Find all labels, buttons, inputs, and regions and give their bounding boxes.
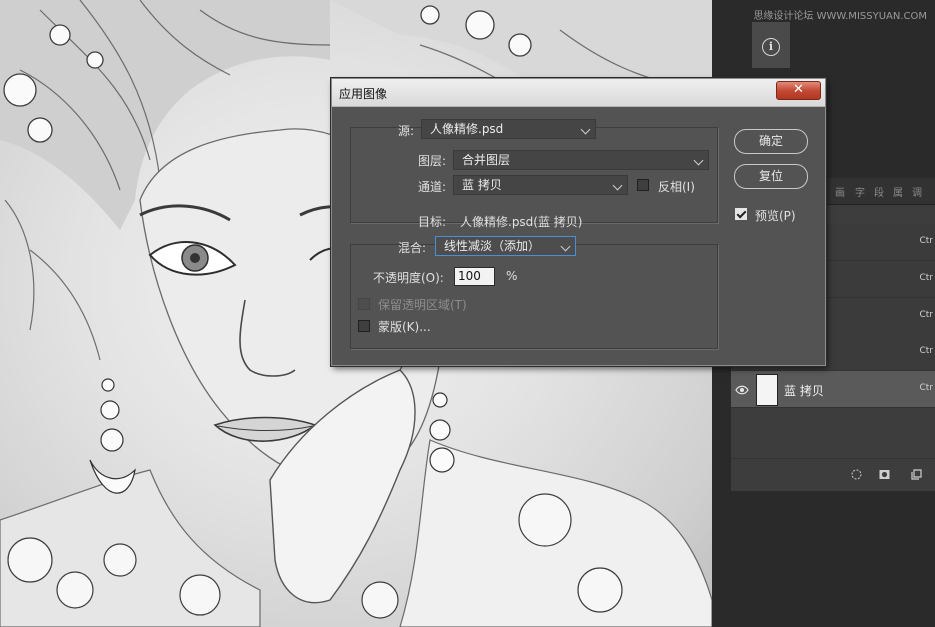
chevron-down-icon [693,155,704,166]
invert-label: 反相(I) [658,180,695,194]
layer-select[interactable]: 合并图层 [453,150,709,170]
close-icon: ✕ [793,82,804,97]
opacity-input[interactable]: 100 [454,267,495,286]
target-value: 人像精修.psd(蓝 拷贝) [460,215,583,229]
watermark-text: 思缘设计论坛 WWW.MISSYUAN.COM [753,11,927,22]
layer-row-active[interactable]: 蓝 拷贝 Ctr [731,371,935,408]
layer-label: 图层: [418,154,447,168]
source-select[interactable]: 人像精修.psd [421,119,596,139]
selection-icon[interactable] [851,469,862,480]
channel-value: 蓝 拷贝 [462,178,502,192]
opacity-unit: % [506,269,518,283]
blend-label: 混合: [398,241,427,255]
mask-icon[interactable] [879,469,890,480]
ok-button[interactable]: 确定 [734,129,808,154]
mask-label: 蒙版(K)... [378,320,431,334]
layer-thumbnail [756,374,778,406]
chevron-down-icon [560,241,571,252]
layer-shortcut: Ctr [919,236,933,246]
layers-panel-footer [731,458,935,491]
layer-shortcut: Ctr [919,310,933,320]
blend-mode-value: 线性减淡（添加） [444,239,541,253]
apply-image-dialog: 应用图像 ✕ 源: 人像精修.psd 图层: 合并图层 通道: 蓝 拷贝 反相(… [331,78,826,366]
opacity-label: 不透明度(O): [373,271,444,285]
panel-tab[interactable]: 字 [855,184,865,199]
source-label: 源: [398,124,415,138]
preview-label: 预览(P) [755,209,796,223]
preview-checkbox[interactable] [735,208,747,220]
close-button[interactable]: ✕ [776,81,821,100]
info-icon[interactable]: i [762,38,780,56]
layer-name: 蓝 拷贝 [784,384,824,398]
layer-shortcut: Ctr [919,346,933,356]
channel-select[interactable]: 蓝 拷贝 [453,175,628,195]
mask-checkbox[interactable] [358,320,370,332]
chevron-down-icon [580,124,591,135]
opacity-value: 100 [458,269,481,283]
new-layer-icon[interactable] [911,469,922,480]
eye-icon[interactable] [735,385,749,395]
dialog-title: 应用图像 [339,87,388,101]
layer-value: 合并图层 [462,153,511,167]
invert-checkbox[interactable] [637,179,649,191]
blend-mode-select[interactable]: 线性减淡（添加） [435,236,576,256]
source-value: 人像精修.psd [430,122,504,136]
panel-tab[interactable]: 调 [912,184,922,199]
preserve-transparency-label: 保留透明区域(T) [378,298,467,312]
panel-tab[interactable]: 画 [835,184,845,199]
layer-shortcut: Ctr [919,383,933,393]
target-label: 目标: [418,215,447,229]
preserve-transparency-checkbox [358,298,370,310]
layer-shortcut: Ctr [919,273,933,283]
channel-label: 通道: [418,180,447,194]
panel-tab[interactable]: 段 [874,184,884,199]
reset-button[interactable]: 复位 [734,164,808,189]
info-panel-button[interactable]: i [752,22,790,68]
chevron-down-icon [612,180,623,191]
panel-tab[interactable]: 属 [893,184,903,199]
dialog-title-bar[interactable]: 应用图像 ✕ [332,79,825,107]
